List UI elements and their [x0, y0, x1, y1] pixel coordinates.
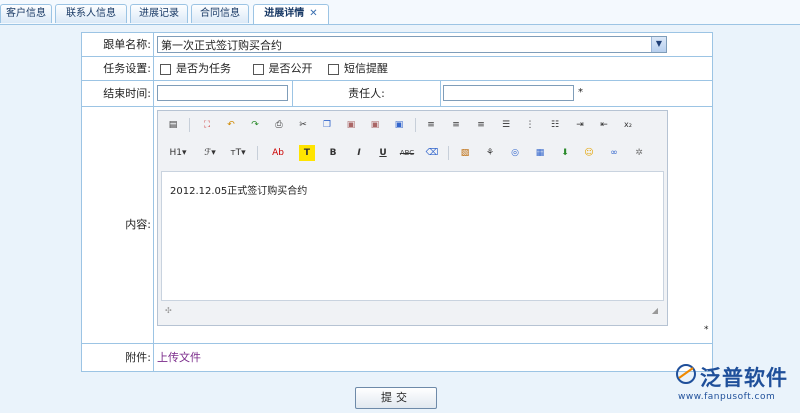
- hr-icon[interactable]: ⬇: [557, 145, 573, 161]
- subscript-icon[interactable]: x₂: [620, 117, 636, 133]
- outdent-icon[interactable]: ⇤: [596, 117, 612, 133]
- undo-icon[interactable]: ↶: [223, 117, 239, 133]
- tab-label: 合同信息: [200, 8, 240, 19]
- align-right-icon[interactable]: ≡: [473, 117, 489, 133]
- tab-bar: 客户信息 联系人信息 进展记录 合同信息 进展详情 ✕: [0, 0, 800, 25]
- fullscreen-icon[interactable]: ⛶: [199, 117, 215, 133]
- paste-word-icon[interactable]: ▣: [391, 117, 407, 133]
- font-family-icon[interactable]: ℱ▾: [199, 145, 221, 161]
- tab-contact-info[interactable]: 联系人信息: [55, 4, 127, 23]
- image-icon[interactable]: ▧: [457, 145, 473, 161]
- separator: [448, 146, 449, 160]
- end-time-input[interactable]: [157, 85, 288, 101]
- checkbox-icon[interactable]: [160, 63, 171, 75]
- sms-reminder-label: 短信提醒: [344, 62, 388, 75]
- time-owner-row: 结束时间: 责任人: *: [82, 81, 712, 107]
- follow-row: 跟单名称: 第一次正式签订购买合约 ▼: [82, 33, 712, 57]
- task-label: 任务设置:: [82, 57, 154, 80]
- editor-toolbar: ▤ ⛶ ↶ ↷ ⎙ ✂ ❐ ▣ ▣ ▣ ≡ ≡ ≡ ☰ ⋮ ☷ ⇥ ⇤ x₂ H…: [161, 114, 662, 168]
- bold-icon[interactable]: B: [325, 145, 341, 161]
- tab-label: 进展详情: [264, 8, 305, 19]
- is-task-checkbox[interactable]: 是否为任务: [160, 62, 231, 75]
- media-icon[interactable]: ◎: [507, 145, 523, 161]
- highlight-icon[interactable]: T: [299, 145, 315, 161]
- follow-label: 跟单名称:: [82, 33, 154, 56]
- upload-file-link[interactable]: 上传文件: [157, 344, 201, 371]
- task-options: 是否为任务 是否公开 短信提醒: [160, 57, 388, 80]
- align-center-icon[interactable]: ≡: [448, 117, 464, 133]
- table-icon[interactable]: ▦: [532, 145, 548, 161]
- logo-name: 泛普软件: [700, 366, 788, 390]
- progress-form: 跟单名称: 第一次正式签订购买合约 ▼ 任务设置: 是否为任务 是否公开 短信提醒…: [81, 32, 713, 372]
- underline-icon[interactable]: U: [375, 145, 391, 161]
- follow-select[interactable]: 第一次正式签订购买合约 ▼: [157, 36, 667, 53]
- paste-text-icon[interactable]: ▣: [367, 117, 383, 133]
- print-icon[interactable]: ⎙: [271, 117, 287, 133]
- separator: [189, 118, 190, 132]
- emoticon-icon[interactable]: ☺: [581, 145, 597, 161]
- close-icon[interactable]: ✕: [309, 8, 317, 19]
- align-left-icon[interactable]: ≡: [423, 117, 439, 133]
- attachment-row: 附件: 上传文件: [82, 344, 712, 371]
- follow-value: 第一次正式签订购买合约: [161, 39, 282, 52]
- end-time-label: 结束时间:: [82, 81, 154, 106]
- task-row: 任务设置: 是否为任务 是否公开 短信提醒: [82, 57, 712, 81]
- sms-reminder-checkbox[interactable]: 短信提醒: [328, 62, 388, 75]
- separator: [257, 146, 258, 160]
- content-row: 内容: ▤ ⛶ ↶ ↷ ⎙ ✂ ❐ ▣ ▣ ▣ ≡ ≡ ≡ ☰ ⋮ ☷ ⇥ ⇤ …: [82, 107, 712, 344]
- tab-label: 进展记录: [139, 8, 179, 19]
- content-text: 2012.12.05正式签订购买合约: [170, 186, 308, 197]
- separator: [415, 118, 416, 132]
- text-color-icon[interactable]: Ab: [268, 145, 288, 161]
- unlink-icon[interactable]: ✲: [631, 145, 647, 161]
- checkbox-icon[interactable]: [328, 63, 339, 75]
- cut-icon[interactable]: ✂: [295, 117, 311, 133]
- strikethrough-icon[interactable]: ABC: [399, 145, 415, 161]
- tab-label: 客户信息: [6, 8, 46, 19]
- tab-label: 联系人信息: [66, 8, 116, 19]
- editor-footer: ✣ ◢: [161, 304, 662, 320]
- resize-icon[interactable]: ◢: [652, 306, 658, 315]
- tab-progress-record[interactable]: 进展记录: [130, 4, 188, 23]
- link-icon[interactable]: ∞: [606, 145, 622, 161]
- content-label: 内容:: [82, 107, 154, 343]
- required-mark: *: [578, 87, 583, 98]
- owner-label: 责任人:: [292, 81, 441, 106]
- unordered-list-icon[interactable]: ☷: [547, 117, 563, 133]
- redo-icon[interactable]: ↷: [247, 117, 263, 133]
- chevron-down-icon[interactable]: ▼: [651, 37, 666, 52]
- logo: 泛普软件 www.fanpusoft.com: [670, 358, 800, 410]
- tab-customer-info[interactable]: 客户信息: [0, 4, 52, 23]
- italic-icon[interactable]: I: [351, 145, 367, 161]
- flash-icon[interactable]: ⚘: [482, 145, 498, 161]
- paste-icon[interactable]: ▣: [343, 117, 359, 133]
- tab-contract-info[interactable]: 合同信息: [191, 4, 249, 23]
- font-size-icon[interactable]: ᴛT▾: [227, 145, 249, 161]
- drag-handle-icon[interactable]: ✣: [165, 306, 172, 315]
- editor-content-area[interactable]: 2012.12.05正式签订购买合约: [161, 171, 664, 301]
- heading-icon[interactable]: H1▾: [165, 145, 191, 161]
- align-justify-icon[interactable]: ☰: [498, 117, 514, 133]
- logo-url: www.fanpusoft.com: [678, 392, 776, 402]
- checkbox-icon[interactable]: [252, 63, 264, 75]
- source-icon[interactable]: ▤: [165, 117, 181, 133]
- is-public-checkbox[interactable]: 是否公开: [252, 62, 313, 75]
- submit-button[interactable]: 提交: [355, 387, 437, 409]
- eraser-icon[interactable]: ⌫: [424, 145, 440, 161]
- tab-progress-detail[interactable]: 进展详情 ✕: [253, 4, 329, 24]
- attachment-label: 附件:: [82, 344, 154, 371]
- ordered-list-icon[interactable]: ⋮: [522, 117, 538, 133]
- is-public-label: 是否公开: [268, 62, 313, 75]
- is-task-label: 是否为任务: [176, 62, 231, 75]
- rich-text-editor: ▤ ⛶ ↶ ↷ ⎙ ✂ ❐ ▣ ▣ ▣ ≡ ≡ ≡ ☰ ⋮ ☷ ⇥ ⇤ x₂ H…: [157, 110, 668, 326]
- content-required-mark: *: [704, 325, 709, 335]
- indent-icon[interactable]: ⇥: [572, 117, 588, 133]
- owner-input[interactable]: [443, 85, 574, 101]
- copy-icon[interactable]: ❐: [319, 117, 335, 133]
